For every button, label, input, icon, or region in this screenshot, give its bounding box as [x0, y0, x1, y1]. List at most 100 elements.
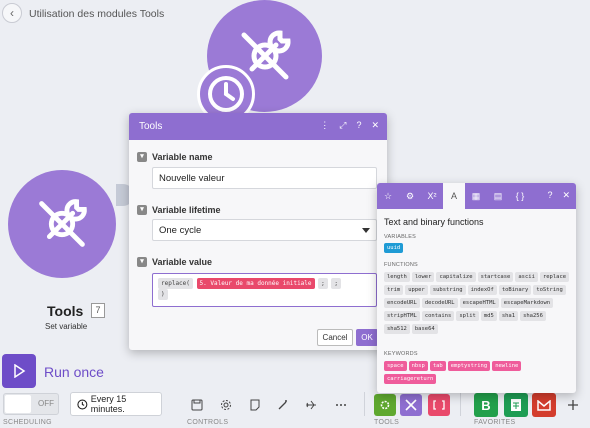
- more-options-icon[interactable]: ⋮: [320, 120, 329, 131]
- panel-title: Text and binary functions: [384, 217, 484, 227]
- magic-wand-icon[interactable]: [272, 394, 294, 416]
- function-chip[interactable]: substring: [429, 285, 466, 295]
- toolbar-divider: [364, 392, 365, 416]
- flow-control-icon[interactable]: [374, 394, 396, 416]
- formula-close-token[interactable]: ): [158, 289, 168, 300]
- help-icon[interactable]: ?: [547, 190, 552, 201]
- functions-list: length lower capitalize startcase ascii …: [384, 272, 570, 334]
- variable-value-formula[interactable]: replace( 5. Valeur de ma donnée initiale…: [152, 273, 377, 307]
- help-icon[interactable]: ?: [356, 120, 361, 131]
- function-picker-panel: ☆ ⚙ X² A ▦ ▤ { } ? ✕ Text and binary fun…: [377, 183, 576, 393]
- keyword-chip[interactable]: newline: [492, 361, 522, 371]
- chevron-down-icon[interactable]: ▾: [137, 257, 147, 267]
- keyword-chip[interactable]: carriagereturn: [384, 374, 437, 384]
- formula-variable-token[interactable]: 5. Valeur de ma donnée initiale: [196, 278, 315, 289]
- expand-icon[interactable]: ⤢: [339, 120, 346, 131]
- function-chip[interactable]: toString: [533, 285, 566, 295]
- function-chip[interactable]: stripHTML: [384, 311, 420, 321]
- function-chip[interactable]: sha1: [498, 311, 519, 321]
- keyword-chip[interactable]: tab: [429, 361, 446, 371]
- cancel-button[interactable]: Cancel: [317, 329, 353, 346]
- airplane-icon[interactable]: [300, 394, 322, 416]
- calendar-icon[interactable]: ▦: [465, 183, 487, 209]
- function-chip[interactable]: sha256: [520, 311, 546, 321]
- toggle-state: OFF: [38, 399, 54, 408]
- clock-icon: [77, 398, 88, 410]
- chevron-down-icon[interactable]: ▾: [137, 152, 147, 162]
- schedule-label: Every 15 minutes.: [90, 394, 127, 414]
- variable-value-label[interactable]: ▾ Variable value: [137, 257, 212, 267]
- function-chip[interactable]: indexOf: [467, 285, 497, 295]
- function-chip[interactable]: upper: [405, 285, 428, 295]
- scheduling-toggle[interactable]: OFF: [3, 393, 59, 415]
- formula-separator-token[interactable]: ;: [318, 278, 328, 289]
- chevron-down-icon[interactable]: ▾: [137, 205, 147, 215]
- module-subtitle: Set variable: [45, 322, 88, 331]
- run-once-label[interactable]: Run once: [44, 364, 104, 380]
- function-chip[interactable]: escapeHTML: [459, 298, 499, 308]
- function-chip[interactable]: capitalize: [436, 272, 476, 282]
- note-icon[interactable]: [244, 394, 266, 416]
- function-chip[interactable]: contains: [421, 311, 455, 321]
- ok-button[interactable]: OK: [356, 329, 378, 346]
- module-id-badge: 7: [91, 303, 105, 318]
- b-app-icon[interactable]: B: [474, 393, 498, 417]
- variable-chip[interactable]: uuid: [384, 243, 404, 253]
- function-chip[interactable]: escapeMarkdown: [500, 298, 554, 308]
- math-icon[interactable]: X²: [421, 183, 443, 209]
- variable-lifetime-select[interactable]: One cycle: [152, 219, 377, 241]
- function-chip[interactable]: length: [384, 272, 410, 282]
- scenario-title: Utilisation des modules Tools: [29, 8, 165, 20]
- formula-separator-token[interactable]: ;: [331, 278, 342, 289]
- variable-name-label-text: Variable name: [152, 152, 213, 162]
- save-icon[interactable]: [186, 394, 208, 416]
- function-chip[interactable]: md5: [480, 311, 497, 321]
- play-icon: [14, 364, 26, 378]
- section-label-controls: CONTROLS: [187, 419, 229, 426]
- formula-function-token[interactable]: replace(: [158, 278, 193, 289]
- keyword-chip[interactable]: nbsp: [408, 361, 428, 371]
- keywords-list: space nbsp tab emptystring newline carri…: [384, 361, 570, 384]
- variable-lifetime-label[interactable]: ▾ Variable lifetime: [137, 205, 221, 215]
- tools-icon[interactable]: [400, 394, 422, 416]
- schedule-button[interactable]: Every 15 minutes.: [70, 392, 162, 416]
- tools-module[interactable]: [8, 170, 116, 278]
- keyword-chip[interactable]: space: [384, 361, 407, 371]
- functions-label: FUNCTIONS: [384, 262, 418, 268]
- gear-icon[interactable]: [215, 394, 237, 416]
- close-icon[interactable]: ✕: [562, 190, 570, 201]
- star-icon[interactable]: ☆: [377, 183, 399, 209]
- function-chip[interactable]: lower: [411, 272, 435, 282]
- add-favorite-icon[interactable]: [562, 394, 584, 416]
- sheets-icon[interactable]: [504, 393, 528, 417]
- variable-lifetime-value: One cycle: [159, 225, 202, 236]
- gear-icon[interactable]: ⚙: [399, 183, 421, 209]
- tools-icon: [39, 199, 87, 247]
- array-icon[interactable]: ▤: [487, 183, 509, 209]
- function-chip[interactable]: sha512: [384, 324, 410, 334]
- more-icon[interactable]: [330, 394, 352, 416]
- section-label-tools: TOOLS: [374, 419, 400, 426]
- function-chip[interactable]: base64: [411, 324, 438, 334]
- function-chip[interactable]: replace: [539, 272, 570, 282]
- variable-name-input[interactable]: Nouvelle valeur: [152, 167, 377, 189]
- keyword-chip[interactable]: emptystring: [447, 361, 491, 371]
- variable-name-label[interactable]: ▾ Variable name: [137, 152, 213, 162]
- function-chip[interactable]: trim: [384, 285, 404, 295]
- back-button[interactable]: ‹: [2, 3, 22, 23]
- function-chip[interactable]: encodeURL: [384, 298, 420, 308]
- function-chip[interactable]: split: [456, 311, 479, 321]
- close-icon[interactable]: ✕: [371, 120, 379, 131]
- function-chip[interactable]: decodeURL: [421, 298, 458, 308]
- panel-tabs: ☆ ⚙ X² A ▦ ▤ { } ? ✕: [377, 183, 576, 209]
- keywords-label: KEYWORDS: [384, 351, 418, 357]
- run-once-button[interactable]: [2, 354, 36, 388]
- variables-list: uuid: [384, 243, 570, 253]
- text-parser-icon[interactable]: [428, 394, 450, 416]
- text-functions-icon[interactable]: A: [443, 183, 465, 209]
- gmail-icon[interactable]: [532, 393, 556, 417]
- function-chip[interactable]: ascii: [515, 272, 538, 282]
- json-icon[interactable]: { }: [509, 183, 531, 209]
- function-chip[interactable]: toBinary: [498, 285, 532, 295]
- function-chip[interactable]: startcase: [477, 272, 514, 282]
